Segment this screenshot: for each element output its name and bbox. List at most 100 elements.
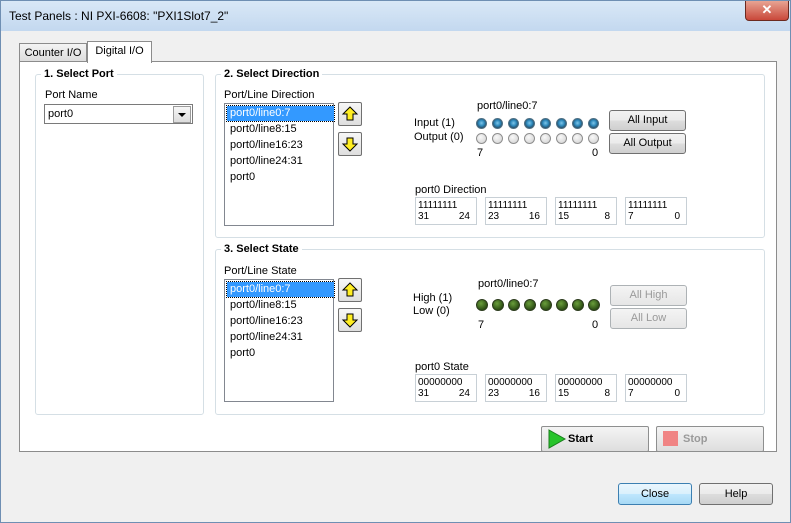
- register-value: 00000000: [418, 377, 463, 388]
- list-item[interactable]: port0: [227, 170, 334, 185]
- direction-led[interactable]: [588, 118, 599, 129]
- low-label: Low (0): [413, 305, 450, 317]
- register-lo-bit: 0: [674, 388, 680, 399]
- tab-counter-io[interactable]: Counter I/O: [19, 43, 87, 62]
- move-down-button[interactable]: [338, 132, 362, 156]
- port-line-state-label: Port/Line State: [224, 265, 297, 277]
- register-hi-bit: 15: [558, 211, 570, 222]
- register-lo-bit: 8: [604, 211, 610, 222]
- start-label: Start: [568, 433, 594, 445]
- list-item[interactable]: port0/line16:23: [227, 314, 334, 329]
- direction-led[interactable]: [492, 118, 503, 129]
- state-led[interactable]: [588, 299, 600, 311]
- direction-led[interactable]: [476, 118, 487, 129]
- state-lines-label: port0/line0:7: [478, 278, 539, 290]
- move-up-button[interactable]: [338, 102, 362, 126]
- state-led[interactable]: [476, 299, 488, 311]
- port-name-dropdown[interactable]: port0: [44, 104, 193, 124]
- state-register: 00000000 23 16: [485, 374, 547, 402]
- register-value: 11111111: [558, 200, 598, 211]
- window-title: Test Panels : NI PXI-6608: "PXI1Slot7_2": [9, 9, 229, 23]
- state-led[interactable]: [572, 299, 584, 311]
- digital-io-panel: 1. Select Port Port Name port0 2. Select…: [19, 61, 777, 452]
- register-hi-bit: 31: [418, 388, 430, 399]
- select-port-title: 1. Select Port: [41, 68, 117, 80]
- state-led[interactable]: [524, 299, 536, 311]
- register-hi-bit: 23: [488, 388, 500, 399]
- list-item[interactable]: port0: [227, 346, 334, 361]
- list-item[interactable]: port0/line8:15: [227, 298, 334, 313]
- arrow-down-icon: [341, 313, 359, 328]
- state-move-up-button[interactable]: [338, 278, 362, 302]
- register-value: 00000000: [558, 377, 603, 388]
- select-port-group: [35, 74, 204, 415]
- stop-label: Stop: [683, 433, 708, 445]
- direction-bit-hi: 7: [477, 147, 484, 159]
- state-led[interactable]: [508, 299, 520, 311]
- state-register: 00000000 7 0: [625, 374, 687, 402]
- all-high-button[interactable]: All High: [610, 285, 687, 306]
- start-button[interactable]: Start: [541, 426, 649, 452]
- direction-led[interactable]: [524, 118, 535, 129]
- direction-lines-label: port0/line0:7: [477, 100, 538, 112]
- direction-register: 11111111 31 24: [415, 197, 477, 225]
- register-value: 11111111: [628, 200, 668, 211]
- input-label: Input (1): [414, 117, 455, 129]
- direction-led[interactable]: [524, 133, 535, 144]
- close-button[interactable]: Close: [618, 483, 692, 505]
- select-state-title: 3. Select State: [221, 243, 302, 255]
- state-register-label: port0 State: [415, 361, 469, 373]
- direction-led[interactable]: [492, 133, 503, 144]
- all-low-button[interactable]: All Low: [610, 308, 687, 329]
- port-name-value: port0: [48, 108, 74, 120]
- title-bar: Test Panels : NI PXI-6608: "PXI1Slot7_2"…: [1, 1, 790, 31]
- direction-led[interactable]: [540, 118, 551, 129]
- list-item[interactable]: port0/line24:31: [227, 330, 334, 345]
- test-panels-window: Test Panels : NI PXI-6608: "PXI1Slot7_2"…: [0, 0, 791, 523]
- all-output-button[interactable]: All Output: [609, 133, 686, 154]
- direction-led[interactable]: [540, 133, 551, 144]
- arrow-up-icon: [341, 106, 359, 121]
- list-item[interactable]: port0/line0:7: [226, 105, 335, 122]
- direction-led[interactable]: [588, 133, 599, 144]
- register-hi-bit: 15: [558, 388, 570, 399]
- state-led[interactable]: [556, 299, 568, 311]
- register-value: 11111111: [418, 200, 458, 211]
- state-register: 00000000 15 8: [555, 374, 617, 402]
- state-register: 00000000 31 24: [415, 374, 477, 402]
- high-label: High (1): [413, 292, 453, 304]
- help-button[interactable]: Help: [699, 483, 773, 505]
- direction-led[interactable]: [572, 118, 583, 129]
- select-direction-title: 2. Select Direction: [221, 68, 323, 80]
- register-hi-bit: 7: [628, 211, 634, 222]
- state-bit-lo: 0: [592, 319, 599, 331]
- list-item[interactable]: port0/line24:31: [227, 154, 334, 169]
- register-lo-bit: 16: [528, 388, 540, 399]
- direction-led[interactable]: [476, 133, 487, 144]
- play-icon: [548, 429, 567, 449]
- tab-digital-io[interactable]: Digital I/O: [87, 41, 152, 63]
- register-lo-bit: 8: [604, 388, 610, 399]
- state-led[interactable]: [540, 299, 552, 311]
- direction-led[interactable]: [508, 118, 519, 129]
- state-listbox[interactable]: port0/line0:7 port0/line8:15 port0/line1…: [224, 279, 335, 402]
- list-item[interactable]: port0/line8:15: [227, 122, 334, 137]
- stop-icon: [663, 431, 678, 446]
- chevron-down-icon[interactable]: [173, 106, 191, 123]
- direction-listbox[interactable]: port0/line0:7 port0/line8:15 port0/line1…: [224, 103, 335, 226]
- direction-led[interactable]: [556, 118, 567, 129]
- direction-led[interactable]: [556, 133, 567, 144]
- direction-led[interactable]: [572, 133, 583, 144]
- direction-register: 11111111 23 16: [485, 197, 547, 225]
- register-value: 00000000: [628, 377, 673, 388]
- direction-led[interactable]: [508, 133, 519, 144]
- output-label: Output (0): [414, 131, 464, 143]
- list-item[interactable]: port0/line16:23: [227, 138, 334, 153]
- window-close-button[interactable]: ✕: [745, 1, 789, 21]
- direction-bit-lo: 0: [592, 147, 599, 159]
- stop-button[interactable]: Stop: [656, 426, 764, 452]
- list-item[interactable]: port0/line0:7: [226, 281, 335, 298]
- all-input-button[interactable]: All Input: [609, 110, 686, 131]
- state-led[interactable]: [492, 299, 504, 311]
- state-move-down-button[interactable]: [338, 308, 362, 332]
